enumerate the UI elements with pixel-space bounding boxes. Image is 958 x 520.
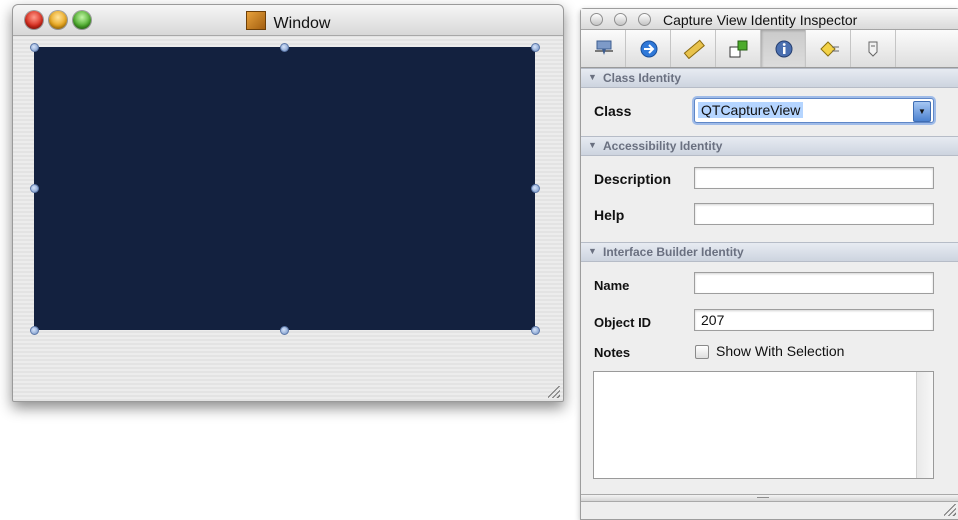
tab-applescript[interactable] — [851, 30, 896, 67]
info-icon — [775, 40, 793, 58]
name-field[interactable] — [694, 272, 934, 294]
connections-icon — [729, 40, 748, 58]
section-accessibility-identity[interactable]: ▼ Accessibility Identity — [581, 136, 958, 156]
main-window: Window — [12, 4, 564, 402]
description-label: Description — [594, 171, 672, 187]
section-title: Interface Builder Identity — [603, 245, 744, 259]
tab-attributes[interactable] — [581, 30, 626, 67]
section-title: Accessibility Identity — [603, 139, 723, 153]
capture-view[interactable] — [34, 47, 535, 330]
selection-handle-right[interactable] — [531, 184, 540, 193]
class-label: Class — [594, 103, 632, 119]
tab-size[interactable] — [671, 30, 716, 67]
notes-label: Notes — [594, 345, 631, 360]
class-value[interactable]: QTCaptureView — [698, 102, 804, 118]
inspector-zoom-button[interactable] — [638, 13, 651, 26]
chevron-down-icon: ▼ — [918, 107, 926, 116]
tab-connections[interactable] — [716, 30, 761, 67]
description-field[interactable] — [694, 167, 934, 189]
window-document-icon — [245, 11, 266, 30]
object-id-field[interactable]: 207 — [694, 309, 934, 331]
arrow-circle-icon — [640, 40, 658, 58]
split-view-divider[interactable] — [581, 494, 958, 502]
notes-textarea[interactable] — [593, 371, 934, 479]
window-titlebar[interactable]: Window — [13, 5, 563, 36]
class-combobox[interactable]: QTCaptureView ▼ — [694, 98, 934, 123]
inspector-title: Capture View Identity Inspector — [663, 12, 858, 28]
name-label: Name — [594, 278, 630, 293]
selection-handle-bottom-right[interactable] — [531, 326, 540, 335]
inspector-panel: Capture View Identity Inspector ▼ Class … — [580, 8, 958, 520]
inspector-close-button[interactable] — [590, 13, 603, 26]
ruler-icon — [683, 39, 705, 59]
tab-effects[interactable] — [626, 30, 671, 67]
selection-handle-left[interactable] — [30, 184, 39, 193]
object-id-label: Object ID — [594, 315, 652, 330]
section-class-identity[interactable]: ▼ Class Identity — [581, 68, 958, 88]
notes-scrollbar[interactable] — [916, 372, 933, 478]
window-resize-grip[interactable] — [548, 386, 560, 398]
selection-handle-top-left[interactable] — [30, 43, 39, 52]
show-with-selection-checkbox[interactable] — [695, 345, 709, 359]
script-icon — [868, 41, 878, 57]
divider-grip-icon — [757, 497, 769, 498]
inspector-toolbar — [581, 30, 958, 68]
window-title: Window — [273, 15, 331, 32]
selection-handle-top-right[interactable] — [531, 43, 540, 52]
attributes-icon — [595, 40, 613, 55]
inspector-titlebar[interactable]: Capture View Identity Inspector — [581, 9, 958, 30]
section-title: Class Identity — [603, 71, 682, 85]
bindings-icon — [820, 41, 839, 57]
section-ib-identity[interactable]: ▼ Interface Builder Identity — [581, 242, 958, 262]
disclosure-triangle-icon[interactable]: ▼ — [588, 140, 597, 150]
inspector-resize-grip[interactable] — [944, 504, 956, 516]
selection-handle-top[interactable] — [280, 43, 289, 52]
help-label: Help — [594, 207, 625, 223]
window-title-group: Window — [13, 11, 563, 33]
show-with-selection-label[interactable]: Show With Selection — [716, 343, 844, 359]
selection-handle-bottom[interactable] — [280, 326, 289, 335]
inspector-minimize-button[interactable] — [614, 13, 627, 26]
disclosure-triangle-icon[interactable]: ▼ — [588, 246, 597, 256]
tab-identity[interactable] — [761, 30, 806, 67]
selection-handle-bottom-left[interactable] — [30, 326, 39, 335]
combobox-arrow-button[interactable]: ▼ — [913, 101, 931, 122]
tab-bindings[interactable] — [806, 30, 851, 67]
disclosure-triangle-icon[interactable]: ▼ — [588, 72, 597, 82]
help-field[interactable] — [694, 203, 934, 225]
